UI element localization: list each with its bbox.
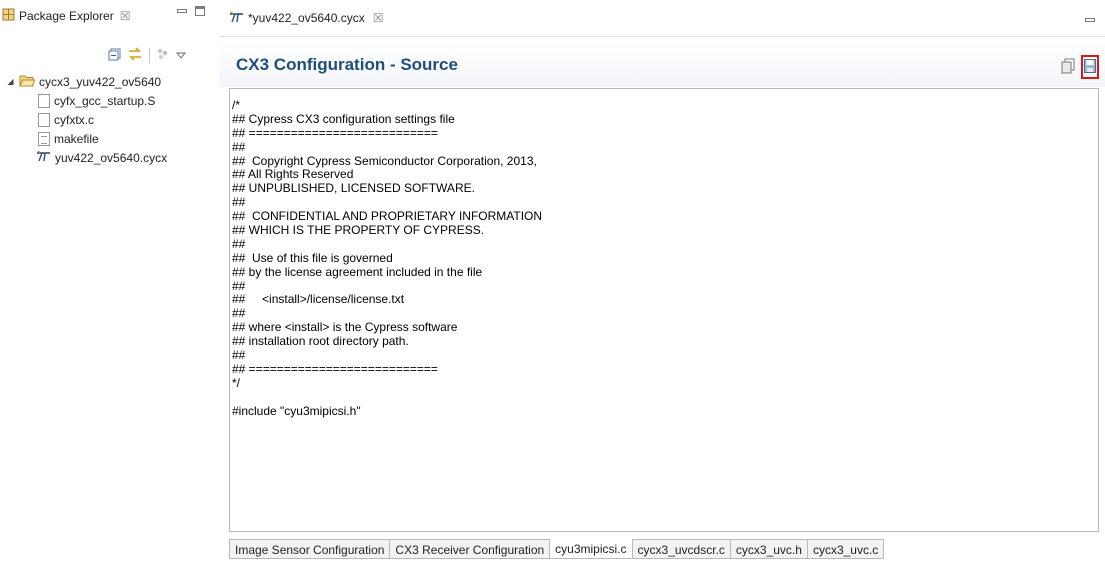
project-label: cycx3_yuv422_ov5640 (39, 74, 162, 89)
source-line: ## <install>/license/license.txt (232, 292, 405, 307)
editor-tab-close-icon[interactable]: ☒ (373, 11, 384, 25)
package-explorer-toolbar (108, 47, 187, 64)
tree-item-yuv422-cycx[interactable]: yuv422_ov5640.cycx (6, 148, 218, 167)
package-explorer-tab[interactable]: Package Explorer ☒ (2, 6, 152, 26)
bottom-tab[interactable]: CX3 Receiver Configuration (390, 539, 551, 559)
source-line: ## where <install> is the Cypress softwa… (232, 320, 458, 335)
link-with-editor-icon[interactable] (127, 47, 143, 64)
toolbar-separator (149, 47, 150, 64)
source-line: ## =========================== (232, 125, 438, 140)
source-line: ## =========================== (232, 361, 438, 376)
file-icon (38, 112, 50, 127)
save-icon (1084, 58, 1096, 76)
source-line: ## Copyright Cypress Semiconductor Corpo… (232, 153, 537, 168)
source-lines: /* ## Cypress CX3 configuration settings … (232, 98, 543, 418)
view-menu-icon[interactable] (175, 49, 187, 63)
source-line: ## UNPUBLISHED, LICENSED SOFTWARE. (232, 181, 475, 196)
tree-item-label: yuv422_ov5640.cycx (55, 150, 168, 165)
source-line: ## installation root directory path. (232, 334, 409, 349)
package-explorer-icon (2, 8, 15, 24)
cycx-config-icon (36, 150, 51, 165)
package-explorer-title: Package Explorer (19, 9, 114, 23)
package-explorer-close-icon[interactable]: ☒ (120, 9, 131, 23)
source-line: ## Use of this file is governed (232, 250, 393, 265)
tree-item-makefile[interactable]: makefile (6, 129, 218, 148)
bottom-tab[interactable]: Image Sensor Configuration (229, 539, 391, 559)
copy-icon[interactable] (1061, 58, 1075, 77)
tree-item-cyfxtx[interactable]: cyfxtx.c (6, 110, 218, 129)
source-text-area[interactable]: /* ## Cypress CX3 configuration settings … (229, 88, 1099, 532)
source-line: ## CONFIDENTIAL AND PROPRIETARY INFORMAT… (232, 209, 543, 224)
source-line: ## (232, 195, 246, 210)
source-line: ## (232, 236, 246, 251)
source-line: /* (232, 98, 241, 112)
source-line: ## (232, 139, 246, 154)
expand-triangle-icon[interactable]: ◢ (6, 77, 15, 86)
source-line: #include "cyu3mipicsi.h" (232, 403, 361, 418)
source-line: */ (232, 375, 241, 390)
open-folder-icon (19, 74, 36, 90)
source-line: ## (232, 306, 246, 321)
cycx-config-icon (229, 11, 244, 26)
source-line: ## Cypress CX3 configuration settings fi… (232, 111, 455, 126)
minimize-icon[interactable] (177, 9, 187, 13)
tree-project-row[interactable]: ◢ cycx3_yuv422_ov5640 (6, 72, 218, 91)
editor-page-tabs: Image Sensor Configuration CX3 Receiver C… (229, 539, 885, 560)
collapse-all-icon[interactable] (108, 48, 121, 64)
project-tree: ◢ cycx3_yuv422_ov5640 cyfx_gcc_startup.S… (6, 72, 218, 167)
editor-tab[interactable]: *yuv422_ov5640.cycx ☒ (229, 8, 384, 28)
editor-tab-title: *yuv422_ov5640.cycx (248, 11, 365, 25)
save-button[interactable] (1081, 55, 1099, 79)
editor-header: CX3 Configuration - Source (219, 36, 1105, 87)
source-line: ## (232, 278, 246, 293)
file-icon (38, 93, 50, 108)
bottom-tab[interactable]: cycx3_uvcdscr.c (632, 539, 731, 559)
bottom-tab[interactable]: cycx3_uvc.h (730, 539, 808, 559)
source-line: ## (232, 348, 246, 363)
source-line: ## by the license agreement included in … (232, 264, 483, 279)
bottom-tab[interactable]: cyu3mipicsi.c (550, 539, 633, 559)
source-line (232, 391, 542, 405)
bottom-tab[interactable]: cycx3_uvc.c (807, 539, 885, 559)
maximize-icon[interactable] (195, 6, 205, 16)
source-line: ## All Rights Reserved (232, 167, 354, 182)
makefile-icon (38, 131, 50, 146)
minimize-icon[interactable] (1085, 18, 1095, 22)
package-explorer-pane: Package Explorer ☒ ◢ cycx3_yuv422_ov5640… (0, 0, 219, 561)
package-explorer-window-controls (177, 6, 205, 16)
tree-item-label: cyfxtx.c (54, 112, 95, 127)
editor-header-actions (1061, 55, 1099, 79)
filter-icon[interactable] (156, 47, 170, 64)
source-line: ## WHICH IS THE PROPERTY OF CYPRESS. (232, 223, 485, 238)
tree-item-label: makefile (54, 131, 99, 146)
page-title: CX3 Configuration - Source (236, 55, 458, 74)
tree-item-label: cyfx_gcc_startup.S (54, 93, 156, 108)
tree-item-cyfx-gcc-startup[interactable]: cyfx_gcc_startup.S (6, 91, 218, 110)
